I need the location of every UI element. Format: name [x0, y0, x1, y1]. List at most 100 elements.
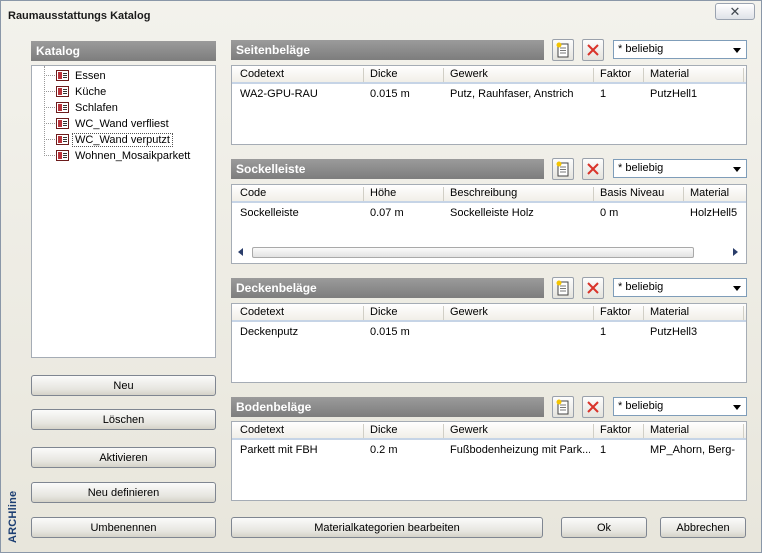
column-divider[interactable] [363, 68, 364, 82]
ceiling-new-button[interactable] [552, 277, 574, 299]
wall-table-header: Codetext Dicke Gewerk Faktor Material [232, 66, 746, 84]
column-header[interactable]: Material [650, 68, 689, 80]
floor-delete-button[interactable] [582, 396, 604, 418]
column-header[interactable]: Basis Niveau [600, 187, 664, 199]
catalog-header: Katalog [31, 41, 216, 61]
new-button[interactable]: Neu [31, 375, 216, 396]
ceiling-delete-button[interactable] [582, 277, 604, 299]
column-header[interactable]: Codetext [240, 68, 284, 80]
rename-button[interactable]: Umbenennen [31, 517, 216, 538]
column-header[interactable]: Gewerk [450, 68, 488, 80]
column-header[interactable]: Gewerk [450, 424, 488, 436]
ceiling-table[interactable]: Codetext Dicke Gewerk Faktor Material De… [231, 303, 747, 383]
column-header[interactable]: Code [240, 187, 266, 199]
column-divider[interactable] [443, 187, 444, 201]
cell-trade: Fußbodenheizung mit Park... [450, 444, 590, 456]
cancel-button[interactable]: Abbrechen [660, 517, 746, 538]
ceiling-table-header: Codetext Dicke Gewerk Faktor Material [232, 304, 746, 322]
floor-table[interactable]: Codetext Dicke Gewerk Faktor Material Pa… [231, 421, 747, 501]
column-divider[interactable] [363, 424, 364, 438]
column-header[interactable]: Beschreibung [450, 187, 517, 199]
column-divider[interactable] [643, 424, 644, 438]
column-divider[interactable] [363, 187, 364, 201]
skirting-filter-select[interactable]: * beliebig [613, 159, 747, 178]
close-button[interactable]: ✕ [715, 3, 755, 20]
cell-factor: 1 [600, 444, 607, 456]
column-divider[interactable] [643, 306, 644, 320]
column-header[interactable]: Dicke [370, 68, 398, 80]
column-divider[interactable] [363, 306, 364, 320]
catalog-header-label: Katalog [36, 44, 81, 58]
skirting-section-header: Sockelleiste [231, 159, 544, 179]
edit-material-categories-label: Materialkategorien bearbeiten [314, 521, 460, 534]
column-divider[interactable] [743, 68, 744, 82]
skirting-table[interactable]: Code Höhe Beschreibung Basis Niveau Mate… [231, 184, 747, 264]
delete-x-icon [587, 401, 599, 413]
scroll-right-icon[interactable] [733, 248, 738, 256]
ok-button[interactable]: Ok [561, 517, 647, 538]
column-divider[interactable] [643, 68, 644, 82]
catalog-item[interactable]: Essen [56, 68, 106, 83]
redefine-button-label: Neu definieren [87, 486, 160, 499]
column-divider[interactable] [683, 187, 684, 201]
cell-code: Deckenputz [240, 326, 299, 338]
scroll-left-icon[interactable] [238, 248, 243, 256]
catalog-book-icon [56, 118, 69, 129]
catalog-item[interactable]: Schlafen [56, 100, 118, 115]
catalog-item[interactable]: Küche [56, 84, 106, 99]
floor-new-button[interactable] [552, 396, 574, 418]
horizontal-scrollbar[interactable] [234, 244, 744, 259]
column-header[interactable]: Faktor [600, 306, 631, 318]
cell-height: 0.07 m [370, 207, 404, 219]
floor-filter-value: * beliebig [618, 400, 664, 412]
floor-filter-select[interactable]: * beliebig [613, 397, 747, 416]
skirting-delete-button[interactable] [582, 158, 604, 180]
column-header[interactable]: Dicke [370, 424, 398, 436]
cell-material: PutzHell1 [650, 88, 698, 100]
delete-x-icon [587, 163, 599, 175]
delete-button[interactable]: Löschen [31, 409, 216, 430]
wall-new-button[interactable] [552, 39, 574, 61]
catalog-item-selected[interactable]: WC_Wand verputzt [56, 132, 173, 147]
column-header[interactable]: Faktor [600, 68, 631, 80]
wall-delete-button[interactable] [582, 39, 604, 61]
column-divider[interactable] [593, 68, 594, 82]
column-header[interactable]: Codetext [240, 424, 284, 436]
ceiling-filter-select[interactable]: * beliebig [613, 278, 747, 297]
chevron-down-icon [733, 48, 741, 53]
column-header[interactable]: Dicke [370, 306, 398, 318]
column-divider[interactable] [443, 424, 444, 438]
skirting-new-button[interactable] [552, 158, 574, 180]
wall-filter-value: * beliebig [618, 43, 664, 55]
column-header[interactable]: Material [690, 187, 729, 199]
new-document-icon [556, 161, 569, 177]
activate-button-label: Aktivieren [99, 451, 148, 464]
column-divider[interactable] [743, 306, 744, 320]
catalog-tree[interactable]: Essen Küche Schlafen WC_Wand verfliest W… [31, 65, 216, 358]
column-header[interactable]: Material [650, 424, 689, 436]
catalog-book-icon [56, 134, 69, 145]
catalog-item[interactable]: Wohnen_Mosaikparkett [56, 148, 190, 163]
tree-branch [44, 123, 55, 124]
column-divider[interactable] [443, 68, 444, 82]
column-divider[interactable] [593, 424, 594, 438]
column-divider[interactable] [593, 306, 594, 320]
catalog-item[interactable]: WC_Wand verfliest [56, 116, 169, 131]
column-header[interactable]: Höhe [370, 187, 396, 199]
scrollbar-thumb[interactable] [252, 247, 694, 258]
redefine-button[interactable]: Neu definieren [31, 482, 216, 503]
column-divider[interactable] [593, 187, 594, 201]
column-header[interactable]: Faktor [600, 424, 631, 436]
cancel-button-label: Abbrechen [676, 521, 730, 534]
edit-material-categories-button[interactable]: Materialkategorien bearbeiten [231, 517, 543, 538]
column-divider[interactable] [443, 306, 444, 320]
activate-button[interactable]: Aktivieren [31, 447, 216, 468]
column-header[interactable]: Gewerk [450, 306, 488, 318]
column-divider[interactable] [743, 424, 744, 438]
column-header[interactable]: Codetext [240, 306, 284, 318]
wall-table[interactable]: Codetext Dicke Gewerk Faktor Material WA… [231, 65, 747, 145]
column-header[interactable]: Material [650, 306, 689, 318]
wall-filter-select[interactable]: * beliebig [613, 40, 747, 59]
cell-factor: 1 [600, 88, 607, 100]
title-bar: Raumausstattungs Katalog ✕ [1, 1, 761, 31]
